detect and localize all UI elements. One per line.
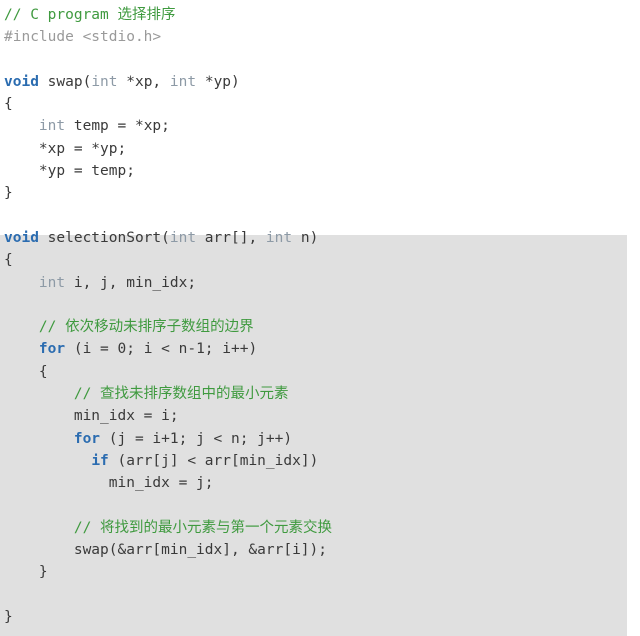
- code-token: }: [4, 564, 48, 581]
- code-token: int: [38, 274, 66, 291]
- code-token: // 查找未排序数组中的最小元素: [73, 386, 289, 403]
- code-token: *xp,: [117, 73, 170, 90]
- code-line[interactable]: int i, j, min_idx;: [4, 272, 640, 294]
- code-token: if: [91, 452, 109, 469]
- code-token: // 将找到的最小元素与第一个元素交换: [73, 519, 333, 536]
- code-lines-container[interactable]: // C program 选择排序 #include <stdio.h> void …: [0, 0, 640, 628]
- code-token: *yp = temp;: [4, 163, 135, 180]
- code-token: swap(&arr[min_idx], &arr[i]);: [4, 542, 328, 559]
- code-line[interactable]: [4, 584, 640, 606]
- code-token: temp = *xp;: [65, 118, 170, 135]
- code-token: int: [91, 73, 118, 90]
- code-line[interactable]: min_idx = i;: [4, 405, 640, 427]
- code-token: (i = 0; i < n-1; i++): [65, 341, 258, 358]
- code-line[interactable]: }: [4, 561, 640, 583]
- code-token: min_idx = i;: [4, 408, 179, 425]
- code-token: int: [265, 229, 293, 246]
- code-line[interactable]: // C program 选择排序: [4, 4, 640, 26]
- code-line[interactable]: }: [4, 182, 640, 204]
- code-token: (arr[j] < arr[min_idx]): [108, 452, 319, 469]
- code-token: (j = i+1; j < n; j++): [100, 430, 293, 447]
- code-token: n): [292, 229, 319, 246]
- code-token: int: [38, 118, 66, 135]
- code-line[interactable]: void selectionSort(int arr[], int n): [4, 227, 640, 249]
- code-line[interactable]: void swap(int *xp, int *yp): [4, 71, 640, 93]
- code-token: #include <stdio.h>: [4, 29, 162, 46]
- code-line[interactable]: *yp = temp;: [4, 160, 640, 182]
- code-line[interactable]: [4, 49, 640, 71]
- code-line[interactable]: int temp = *xp;: [4, 115, 640, 137]
- code-line[interactable]: [4, 294, 640, 316]
- code-line[interactable]: }: [4, 606, 640, 628]
- code-line[interactable]: // 依次移动未排序子数组的边界: [4, 316, 640, 338]
- code-line[interactable]: if (arr[j] < arr[min_idx]): [4, 450, 640, 472]
- code-token: for: [38, 341, 66, 358]
- code-token: // 依次移动未排序子数组的边界: [38, 319, 254, 336]
- code-token: void: [4, 73, 39, 90]
- code-token: }: [4, 609, 13, 626]
- code-line[interactable]: // 将找到的最小元素与第一个元素交换: [4, 517, 640, 539]
- code-token: selectionSort(: [38, 229, 170, 246]
- code-token: i, j, min_idx;: [65, 274, 197, 291]
- code-line[interactable]: for (i = 0; i < n-1; i++): [4, 338, 640, 360]
- code-line[interactable]: swap(&arr[min_idx], &arr[i]);: [4, 539, 640, 561]
- code-token: int: [169, 229, 197, 246]
- code-token: void: [4, 229, 39, 246]
- code-line[interactable]: {: [4, 249, 640, 271]
- code-token: min_idx = j;: [4, 475, 214, 492]
- code-token: *yp): [196, 73, 240, 90]
- code-line[interactable]: {: [4, 93, 640, 115]
- code-token: {: [4, 252, 13, 269]
- code-token: {: [4, 96, 13, 113]
- code-token: *xp = *yp;: [4, 140, 127, 157]
- code-token: int: [169, 73, 197, 90]
- code-line[interactable]: [4, 205, 640, 227]
- code-token: for: [73, 430, 101, 447]
- code-line[interactable]: *xp = *yp;: [4, 138, 640, 160]
- code-line[interactable]: {: [4, 361, 640, 383]
- code-line[interactable]: [4, 495, 640, 517]
- code-line[interactable]: // 查找未排序数组中的最小元素: [4, 383, 640, 405]
- code-token: swap(: [38, 73, 92, 90]
- code-token: // C program 选择排序: [4, 7, 176, 23]
- code-token: }: [4, 185, 13, 202]
- code-token: {: [4, 363, 48, 380]
- code-line[interactable]: for (j = i+1; j < n; j++): [4, 428, 640, 450]
- code-line[interactable]: #include <stdio.h>: [4, 26, 640, 48]
- code-listing: // C program 选择排序 #include <stdio.h> void …: [0, 0, 640, 636]
- code-token: arr[],: [196, 229, 266, 246]
- code-line[interactable]: min_idx = j;: [4, 472, 640, 494]
